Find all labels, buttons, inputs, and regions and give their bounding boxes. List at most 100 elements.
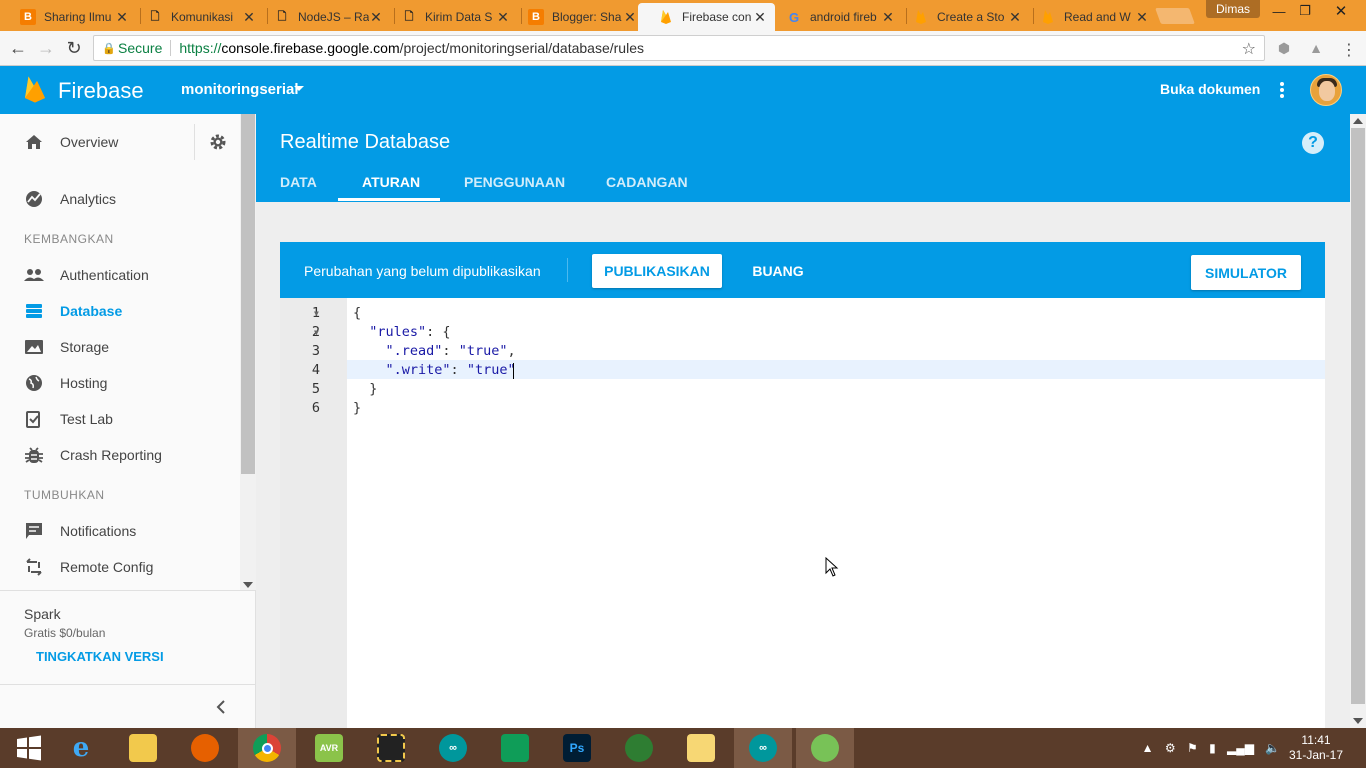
sidebar-item-database[interactable]: Database bbox=[0, 293, 240, 329]
browser-tab-active[interactable]: Firebase con ✕ bbox=[638, 3, 775, 31]
plan-panel: Spark Gratis $0/bulan TINGKATKAN VERSI bbox=[0, 590, 256, 684]
project-selector[interactable]: monitoringserial bbox=[181, 81, 299, 98]
profile-button[interactable]: Dimas bbox=[1206, 0, 1260, 18]
taskbar-ie[interactable]: e bbox=[52, 728, 110, 768]
sidebar-item-notifications[interactable]: Notifications bbox=[0, 513, 240, 549]
tab-usage[interactable]: PENGGUNAAN bbox=[464, 174, 565, 190]
taskbar-photoshop[interactable]: Ps bbox=[548, 728, 606, 768]
sidebar-item-crash-reporting[interactable]: Crash Reporting bbox=[0, 437, 240, 473]
docs-link[interactable]: Buka dokumen bbox=[1160, 81, 1260, 97]
code-line[interactable]: } bbox=[353, 381, 377, 397]
browser-tab-title: Firebase con bbox=[682, 10, 752, 24]
close-window-icon[interactable]: ✕ bbox=[1326, 0, 1356, 22]
browser-tab[interactable]: G android fireb ✕ bbox=[766, 3, 903, 31]
scroll-up-icon[interactable] bbox=[1353, 118, 1363, 124]
taskbar-arduino[interactable]: ∞ bbox=[424, 728, 482, 768]
restore-icon[interactable]: ❐ bbox=[1290, 0, 1320, 22]
extension-icon[interactable]: ⬢ bbox=[1275, 40, 1293, 58]
forward-icon[interactable]: → bbox=[34, 36, 58, 60]
more-vert-icon[interactable] bbox=[1276, 79, 1288, 101]
sidebar-item-overview[interactable]: Overview bbox=[0, 124, 194, 160]
browser-tab[interactable]: Create a Sto ✕ bbox=[893, 3, 1030, 31]
text-caret bbox=[513, 363, 514, 379]
upgrade-button[interactable]: TINGKATKAN VERSI bbox=[36, 649, 164, 664]
sidebar-item-hosting[interactable]: Hosting bbox=[0, 365, 240, 401]
sidebar-item-label: Remote Config bbox=[60, 559, 154, 575]
sidebar-item-test-lab[interactable]: Test Lab bbox=[0, 401, 240, 437]
tab-backups[interactable]: CADANGAN bbox=[606, 174, 688, 190]
scrollbar-thumb[interactable] bbox=[241, 114, 255, 474]
taskbar-arduino[interactable]: ∞ bbox=[734, 728, 792, 768]
chevron-down-icon[interactable] bbox=[294, 86, 304, 91]
bookmark-star-icon[interactable]: ☆ bbox=[1242, 39, 1256, 59]
firebase-logo-icon[interactable] bbox=[24, 75, 46, 103]
simulator-button[interactable]: SIMULATOR bbox=[1191, 255, 1301, 290]
browser-tab[interactable]: Read and W ✕ bbox=[1020, 3, 1157, 31]
taskbar-bascom[interactable] bbox=[362, 728, 420, 768]
globe-icon bbox=[24, 373, 44, 393]
help-icon[interactable]: ? bbox=[1302, 132, 1324, 154]
browser-tab[interactable]: B Blogger: Sha ✕ bbox=[508, 3, 645, 31]
settings-gear-icon[interactable] bbox=[194, 124, 240, 160]
close-icon[interactable]: ✕ bbox=[1135, 9, 1149, 26]
sidebar-item-remote-config[interactable]: Remote Config bbox=[0, 549, 240, 585]
discard-button[interactable]: BUANG bbox=[742, 254, 814, 288]
taskbar-android-studio[interactable] bbox=[796, 728, 854, 768]
taskbar-store[interactable] bbox=[486, 728, 544, 768]
scroll-down-icon[interactable] bbox=[1353, 718, 1363, 724]
chevron-left-icon[interactable] bbox=[214, 699, 230, 715]
close-icon[interactable]: ✕ bbox=[753, 9, 767, 26]
browser-tab[interactable]: 🗋 Komunikasi ✕ bbox=[127, 3, 264, 31]
fold-arrow-icon[interactable]: ▼ bbox=[314, 309, 319, 318]
scrollbar-thumb[interactable] bbox=[1351, 128, 1365, 704]
drive-icon[interactable]: ▲ bbox=[1307, 40, 1325, 58]
address-bar[interactable]: 🔒 Secure https://console.firebase.google… bbox=[93, 35, 1265, 61]
sidebar-item-storage[interactable]: Storage bbox=[0, 329, 240, 365]
ie-icon: e bbox=[72, 733, 90, 763]
taskbar-avr-studio[interactable]: AVR bbox=[300, 728, 358, 768]
page-scrollbar[interactable] bbox=[1350, 114, 1366, 728]
tab-rules[interactable]: ATURAN bbox=[362, 174, 420, 190]
sidebar-scrollbar[interactable] bbox=[240, 114, 256, 590]
start-button[interactable] bbox=[0, 728, 58, 768]
code-line[interactable]: ".read": "true", bbox=[353, 343, 516, 359]
tray-flag-icon[interactable]: ⚑ bbox=[1187, 741, 1198, 755]
browser-tab[interactable]: 🗋 Kirim Data S ✕ bbox=[381, 3, 518, 31]
code-line[interactable]: { bbox=[353, 305, 361, 321]
sidebar-item-analytics[interactable]: Analytics bbox=[0, 181, 240, 217]
active-tab-indicator bbox=[338, 198, 440, 201]
main-content: Realtime Database ? DATA ATURAN PENGGUNA… bbox=[256, 114, 1350, 728]
publish-button[interactable]: PUBLIKASIKAN bbox=[592, 254, 722, 288]
menu-icon[interactable]: ⋮ bbox=[1340, 40, 1358, 59]
tray-network-icon[interactable]: ⚙ bbox=[1165, 741, 1176, 755]
taskbar-chrome[interactable] bbox=[238, 728, 296, 768]
taskbar-idm[interactable] bbox=[610, 728, 668, 768]
fold-arrow-icon[interactable]: ▼ bbox=[314, 328, 319, 337]
taskbar-clock[interactable]: 11:41 31-Jan-17 bbox=[1286, 733, 1346, 763]
tray-signal-icon[interactable]: ▂▄▆ bbox=[1227, 741, 1254, 755]
taskbar-explorer[interactable] bbox=[114, 728, 172, 768]
tab-data[interactable]: DATA bbox=[280, 174, 317, 190]
avatar[interactable] bbox=[1310, 74, 1342, 106]
reload-icon[interactable]: ↻ bbox=[62, 36, 86, 60]
browser-tab[interactable]: 🗋 NodeJS – Ra ✕ bbox=[254, 3, 391, 31]
taskbar-folder[interactable] bbox=[672, 728, 730, 768]
code-line[interactable]: } bbox=[353, 400, 361, 416]
back-icon[interactable]: ← bbox=[6, 36, 30, 60]
new-tab-button[interactable] bbox=[1155, 8, 1195, 24]
rules-code-editor[interactable]: 1 ▼ 2 ▼ 3 4 5 6 { "rules": { ".read": "t… bbox=[280, 298, 1325, 728]
scroll-down-icon[interactable] bbox=[243, 582, 253, 588]
collapse-sidebar-button[interactable] bbox=[0, 684, 256, 728]
code-line[interactable]: "rules": { bbox=[353, 324, 450, 340]
taskbar-firefox[interactable] bbox=[176, 728, 234, 768]
url-text: https://console.firebase.google.com/proj… bbox=[179, 40, 644, 56]
tray-battery-icon[interactable]: ▮ bbox=[1209, 741, 1216, 755]
tray-overflow-icon[interactable]: ▲ bbox=[1142, 741, 1154, 755]
bug-icon bbox=[24, 445, 44, 465]
close-icon[interactable]: ✕ bbox=[623, 9, 637, 26]
code-line[interactable]: ".write": "true" bbox=[353, 362, 516, 378]
browser-tab[interactable]: B Sharing Ilmu ✕ bbox=[0, 3, 137, 31]
tray-volume-icon[interactable]: 🔈 bbox=[1265, 741, 1280, 755]
sidebar-item-authentication[interactable]: Authentication bbox=[0, 257, 240, 293]
sidebar: Overview Analytics KEMBANGKAN Authentica… bbox=[0, 114, 256, 728]
